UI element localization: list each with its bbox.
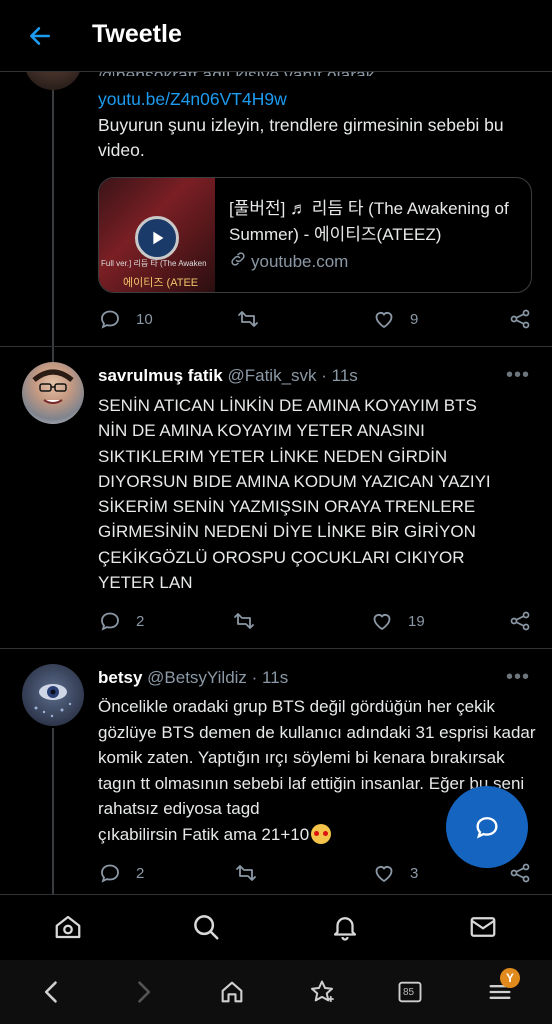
forward-chevron-icon[interactable] — [127, 976, 159, 1008]
tweet-actions: 2 19 — [98, 609, 538, 639]
video-thumbnail: Full ver.] 리듬 타 (The Awaken 에이티즈 (ATEE — [99, 178, 215, 292]
search-icon[interactable] — [190, 911, 222, 943]
thread-connector — [52, 72, 54, 362]
share-button[interactable] — [508, 307, 532, 331]
top-bar: Tweetle — [0, 0, 552, 72]
tweet-actions: 10 9 — [98, 307, 538, 337]
reply-count: 2 — [136, 612, 145, 630]
bottom-tab-bar — [0, 894, 552, 960]
tweet-divider — [0, 648, 552, 649]
retweet-button[interactable] — [236, 307, 260, 331]
tweet-time: · 11s — [251, 668, 289, 687]
author-name[interactable]: savrulmuş fatik — [98, 366, 223, 385]
tweet-author: savrulmuş fatik @Fatik_svk · 11s — [98, 366, 358, 386]
bookmark-star-icon[interactable] — [306, 976, 338, 1008]
retweet-icon — [238, 311, 258, 327]
reply-icon — [476, 817, 498, 839]
share-button[interactable] — [508, 609, 532, 633]
reply-button[interactable]: 10 — [98, 307, 153, 331]
retweet-button[interactable] — [234, 861, 258, 885]
bell-icon[interactable] — [329, 911, 361, 943]
reply-icon — [101, 612, 119, 631]
avatar[interactable] — [22, 362, 84, 424]
tweet-body: SENİN ATICAN LİNKİN DE AMINA KOYAYIM BTS… — [98, 396, 491, 593]
tweet-body: Buyurun şunu izleyin, trendlere girmesin… — [98, 115, 504, 160]
tweet-time: · 11s — [321, 366, 358, 385]
back-arrow-icon[interactable] — [24, 20, 56, 52]
like-count: 9 — [410, 310, 419, 328]
author-handle[interactable]: @BetsyYildiz — [147, 668, 247, 687]
emoji-icon — [311, 823, 332, 844]
tweet-body-tail: çıkabilirsin Fatik ama 21+10 — [98, 824, 310, 844]
link-icon — [229, 250, 247, 273]
retweet-button[interactable] — [232, 609, 256, 633]
tweet-author: betsy @BetsyYildiz · 11s — [98, 668, 288, 688]
tabs-icon[interactable]: 85 — [394, 976, 426, 1008]
tabs-count: 85 — [403, 987, 415, 998]
header-divider — [0, 71, 552, 72]
like-button[interactable]: 19 — [370, 609, 425, 633]
reply-icon — [101, 310, 119, 329]
tweet-divider — [0, 346, 552, 347]
retweet-icon — [234, 613, 254, 629]
like-button[interactable]: 3 — [372, 861, 418, 885]
thumbnail-caption: Full ver.] 리듬 타 (The Awaken — [101, 259, 207, 268]
reply-count: 10 — [136, 310, 153, 328]
home-icon[interactable] — [216, 976, 248, 1008]
reply-icon — [101, 864, 119, 883]
like-count: 3 — [410, 864, 419, 882]
share-button[interactable] — [508, 861, 532, 885]
heart-icon — [373, 614, 391, 631]
card-domain-text: youtube.com — [251, 251, 349, 271]
author-name[interactable]: betsy — [98, 668, 142, 687]
notification-badge: Y — [500, 968, 520, 988]
compose-reply-button[interactable] — [446, 786, 528, 868]
mail-icon[interactable] — [467, 911, 499, 943]
like-button[interactable]: 9 — [372, 307, 418, 331]
share-icon — [510, 611, 530, 631]
share-icon — [510, 863, 530, 883]
tweet-link[interactable]: youtu.be/Z4n06VT4H9w — [98, 87, 538, 112]
browser-nav-bar: 85 — [0, 960, 552, 1024]
thread-connector — [52, 728, 54, 894]
card-domain: youtube.com — [229, 250, 348, 273]
heart-icon — [375, 312, 393, 329]
play-icon[interactable] — [135, 216, 179, 260]
reply-button[interactable]: 2 — [98, 861, 144, 885]
share-icon — [510, 309, 530, 329]
like-count: 19 — [408, 612, 425, 630]
reply-button[interactable]: 2 — [98, 609, 144, 633]
card-title: [풀버전] ♬ 리듬 타 (The Awakening of Summer) -… — [229, 199, 509, 244]
more-options-icon[interactable]: ••• — [506, 666, 530, 689]
heart-icon — [375, 866, 393, 883]
more-options-icon[interactable]: ••• — [506, 364, 530, 387]
back-chevron-icon[interactable] — [36, 976, 68, 1008]
home-icon[interactable] — [52, 911, 84, 943]
retweet-icon — [236, 865, 256, 881]
author-handle[interactable]: @Fatik_svk — [227, 366, 316, 385]
avatar[interactable] — [22, 664, 84, 726]
reply-count: 2 — [136, 864, 145, 882]
link-preview-card[interactable]: Full ver.] 리듬 타 (The Awaken 에이티즈 (ATEE [… — [98, 177, 532, 293]
thumbnail-caption: 에이티즈 (ATEE — [123, 277, 199, 289]
page-title: Tweetle — [92, 20, 182, 48]
